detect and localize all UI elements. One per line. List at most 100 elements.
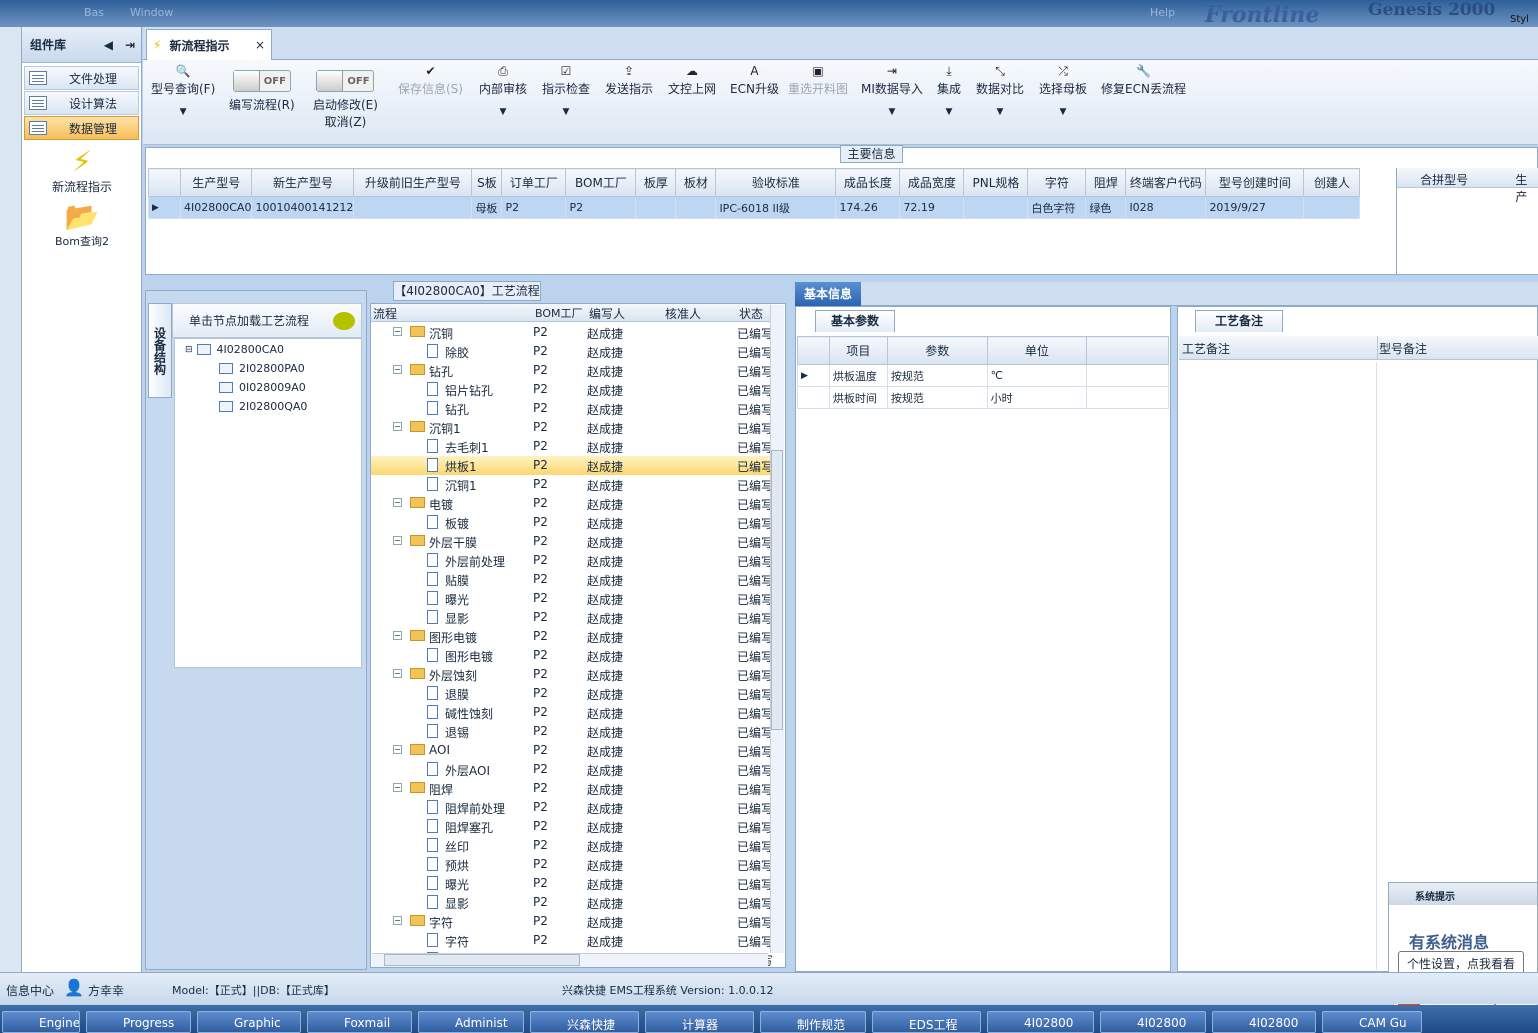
- list-item[interactable]: 阻焊前处理 P2 赵成捷 已编写: [371, 798, 773, 817]
- pin-icon[interactable]: ⇥: [125, 38, 135, 52]
- collapse-icon[interactable]: −: [393, 745, 402, 754]
- tree-child-node[interactable]: 0I028009A0: [219, 381, 306, 394]
- ecn-upgrade-button[interactable]: A ECN升级: [730, 64, 779, 97]
- nav-item-design-algorithm[interactable]: 设计算法: [24, 91, 139, 115]
- list-item[interactable]: 板镀 P2 赵成捷 已编写: [371, 513, 773, 532]
- taskbar-button[interactable]: 计算器: [645, 1011, 754, 1033]
- list-item[interactable]: 丝印 P2 赵成捷 已编写: [371, 836, 773, 855]
- list-item[interactable]: 阻焊塞孔 P2 赵成捷 已编写: [371, 817, 773, 836]
- column-header[interactable]: 新生产型号: [251, 168, 355, 197]
- taskbar-button[interactable]: Graphic: [197, 1011, 301, 1033]
- taskbar-button[interactable]: Progress: [86, 1011, 191, 1033]
- column-header[interactable]: 生产型号: [179, 168, 253, 197]
- table-cell[interactable]: 174.26: [835, 196, 901, 219]
- taskbar-button[interactable]: Enginee: [2, 1011, 80, 1033]
- table-cell[interactable]: 72.19: [899, 196, 965, 219]
- table-cell[interactable]: I028: [1125, 196, 1207, 219]
- list-item[interactable]: − 图形电镀 P2 赵成捷 已编写: [371, 627, 773, 646]
- table-cell[interactable]: [675, 196, 717, 219]
- table-cell[interactable]: [353, 196, 473, 219]
- column-header[interactable]: 终端客户代码: [1125, 168, 1207, 197]
- menu-window[interactable]: Window: [130, 6, 173, 19]
- tree-root-node[interactable]: ⊟ 4I02800CA0: [185, 343, 284, 356]
- collapse-left-icon[interactable]: ◀: [104, 38, 113, 52]
- info-center-link[interactable]: 信息中心: [6, 982, 54, 999]
- tab-new-flow[interactable]: ⚡ 新流程指示 ×: [146, 29, 272, 60]
- collapse-icon[interactable]: −: [393, 327, 402, 336]
- table-cell[interactable]: 绿色: [1085, 196, 1127, 219]
- list-item[interactable]: 外层AOI P2 赵成捷 已编写: [371, 760, 773, 779]
- list-item[interactable]: 钻孔 P2 赵成捷 已编写: [371, 399, 773, 418]
- list-item[interactable]: 预烘 P2 赵成捷 已编写: [371, 855, 773, 874]
- mi-import-button[interactable]: ⇥ MI数据导入 ▼: [861, 64, 923, 117]
- table-cell[interactable]: P2: [565, 196, 637, 219]
- chat-bubble-icon[interactable]: [333, 311, 355, 330]
- column-header[interactable]: 型号创建时间: [1205, 168, 1305, 197]
- tab-basic-params[interactable]: 基本参数: [815, 310, 895, 332]
- collapse-icon[interactable]: −: [393, 536, 402, 545]
- taskbar-button[interactable]: Administ: [418, 1011, 524, 1033]
- nav-item-file-processing[interactable]: 文件处理: [24, 66, 139, 90]
- repair-ecn-button[interactable]: 🔧 修复ECN丢流程: [1101, 64, 1186, 97]
- column-header[interactable]: 字符: [1027, 168, 1087, 197]
- list-item[interactable]: 碱性蚀刻 P2 赵成捷 已编写: [371, 703, 773, 722]
- taskbar-button[interactable]: 4I02800: [987, 1011, 1094, 1033]
- list-item[interactable]: 字符 P2 赵成捷 已编写: [371, 931, 773, 950]
- integrate-button[interactable]: ⤓ 集成 ▼: [937, 64, 961, 117]
- list-item[interactable]: 退膜 P2 赵成捷 已编写: [371, 684, 773, 703]
- query-model-button[interactable]: 🔍 型号查询(F) ▼: [151, 64, 215, 117]
- taskbar-button[interactable]: 4I02800: [1212, 1011, 1316, 1033]
- collapse-icon[interactable]: −: [393, 365, 402, 374]
- tree-child-node[interactable]: 2I02800QA0: [219, 400, 307, 413]
- list-item[interactable]: 沉铜1 P2 赵成捷 已编写: [371, 475, 773, 494]
- taskbar-button[interactable]: Foxmail: [307, 1011, 412, 1033]
- column-header[interactable]: BOM工厂: [565, 168, 637, 197]
- taskbar-button[interactable]: CAM Gu: [1322, 1011, 1422, 1033]
- list-item[interactable]: 曝光 P2 赵成捷 已编写: [371, 874, 773, 893]
- list-item[interactable]: 退锡 P2 赵成捷 已编写: [371, 722, 773, 741]
- equipment-structure-tab[interactable]: 设备结构: [148, 303, 172, 398]
- list-item[interactable]: − 沉铜 P2 赵成捷 已编写: [371, 323, 773, 342]
- list-item[interactable]: − 钻孔 P2 赵成捷 已编写: [371, 361, 773, 380]
- doc-control-upload-button[interactable]: ☁ 文控上网: [668, 64, 716, 97]
- column-header[interactable]: 成品长度: [835, 168, 901, 197]
- tab-basic-info[interactable]: 基本信息: [795, 282, 861, 306]
- tab-process-notes[interactable]: 工艺备注: [1195, 310, 1283, 332]
- table-cell[interactable]: [635, 196, 677, 219]
- column-header[interactable]: 成品宽度: [899, 168, 965, 197]
- flow-scroll-thumb[interactable]: [771, 450, 783, 730]
- list-item[interactable]: 除胶 P2 赵成捷 已编写: [371, 342, 773, 361]
- table-cell[interactable]: 2019/9/27: [1205, 196, 1305, 219]
- close-tab-icon[interactable]: ×: [255, 38, 265, 52]
- reselect-cutting-button[interactable]: ▣ 重选开料图: [788, 64, 848, 97]
- list-item[interactable]: 显影 P2 赵成捷 已编写: [371, 893, 773, 912]
- column-header[interactable]: 板厚: [635, 168, 677, 197]
- taskbar-button[interactable]: 兴森快捷: [530, 1011, 639, 1033]
- collapse-icon[interactable]: −: [393, 669, 402, 678]
- menu-home[interactable]: Bas: [84, 6, 104, 19]
- column-header[interactable]: 板材: [675, 168, 717, 197]
- list-item[interactable]: − 外层干膜 P2 赵成捷 已编写: [371, 532, 773, 551]
- collapse-icon[interactable]: −: [393, 783, 402, 792]
- collapse-icon[interactable]: −: [393, 498, 402, 507]
- flow-hscroll-thumb[interactable]: [384, 954, 580, 966]
- table-cell[interactable]: [963, 196, 1029, 219]
- list-item[interactable]: − 阻焊 P2 赵成捷 已编写: [371, 779, 773, 798]
- table-cell[interactable]: 母板: [471, 196, 503, 219]
- nav-item-data-management[interactable]: 数据管理: [24, 116, 139, 140]
- send-instruction-button[interactable]: ⇪ 发送指示: [605, 64, 653, 97]
- menu-help[interactable]: Help: [1150, 6, 1175, 19]
- list-item[interactable]: − AOI P2 赵成捷 已编写: [371, 741, 773, 760]
- table-row[interactable]: ▶ 烘板温度 按规范 ℃: [797, 364, 1169, 387]
- table-cell[interactable]: 4I02800CA0: [179, 196, 253, 219]
- column-header[interactable]: S板: [471, 168, 503, 197]
- table-cell[interactable]: 白色字符: [1027, 196, 1087, 219]
- table-cell[interactable]: 10010400141212: [251, 196, 355, 219]
- list-item[interactable]: 贴膜 P2 赵成捷 已编写: [371, 570, 773, 589]
- column-header[interactable]: 验收标准: [715, 168, 837, 197]
- list-item[interactable]: 铝片钻孔 P2 赵成捷 已编写: [371, 380, 773, 399]
- save-info-button[interactable]: ✔ 保存信息(S): [398, 64, 463, 97]
- list-item[interactable]: − 外层蚀刻 P2 赵成捷 已编写: [371, 665, 773, 684]
- table-row[interactable]: 烘板时间 按规范 小时: [797, 386, 1169, 409]
- taskbar-button[interactable]: EDS工程: [872, 1011, 981, 1033]
